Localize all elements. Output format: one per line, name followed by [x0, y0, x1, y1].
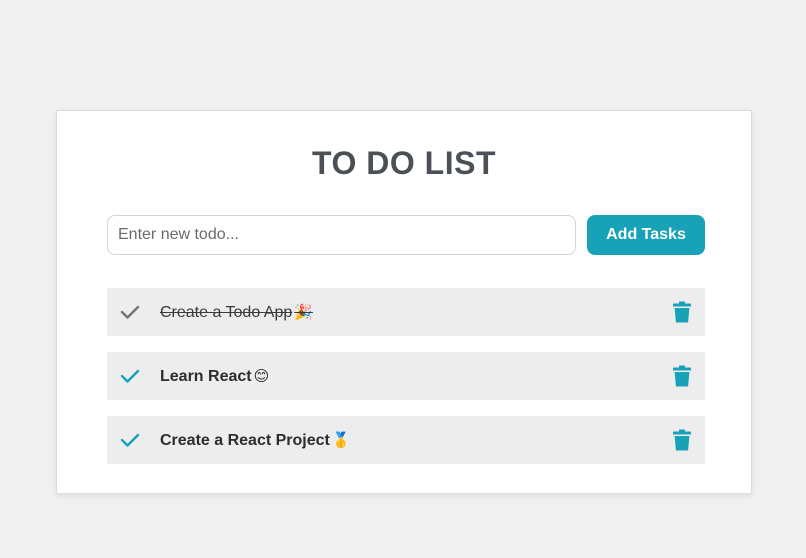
check-icon[interactable] — [120, 430, 140, 450]
todo-text: Create a React Project 🥇 — [160, 431, 351, 450]
todo-text: Create a Todo App 🎉 — [160, 303, 313, 322]
trash-icon[interactable] — [672, 429, 692, 451]
trash-icon[interactable] — [672, 301, 692, 323]
page-title: TO DO LIST — [312, 145, 496, 181]
check-icon[interactable] — [120, 366, 140, 386]
trash-icon[interactable] — [672, 365, 692, 387]
todo-emoji: 😊 — [253, 367, 270, 385]
todo-list: Create a Todo App 🎉 Learn React 😊 Create… — [107, 288, 705, 480]
todo-item: Learn React 😊 — [107, 352, 705, 400]
check-icon[interactable] — [120, 302, 140, 322]
todo-text-label: Learn React — [160, 367, 252, 385]
todo-emoji: 🥇 — [331, 431, 351, 449]
todo-text-label: Create a Todo App — [160, 303, 293, 321]
todo-emoji: 🎉 — [294, 303, 313, 321]
todo-item: Create a React Project 🥇 — [107, 416, 705, 464]
todo-text-label: Create a React Project — [160, 431, 330, 449]
add-tasks-button[interactable]: Add Tasks — [587, 215, 705, 255]
todo-text: Learn React 😊 — [160, 367, 269, 386]
new-todo-input[interactable] — [107, 215, 576, 255]
todo-card: TO DO LIST Add Tasks Create a Todo App🎉 — [56, 110, 752, 494]
todo-item: Create a Todo App 🎉 — [107, 288, 705, 336]
